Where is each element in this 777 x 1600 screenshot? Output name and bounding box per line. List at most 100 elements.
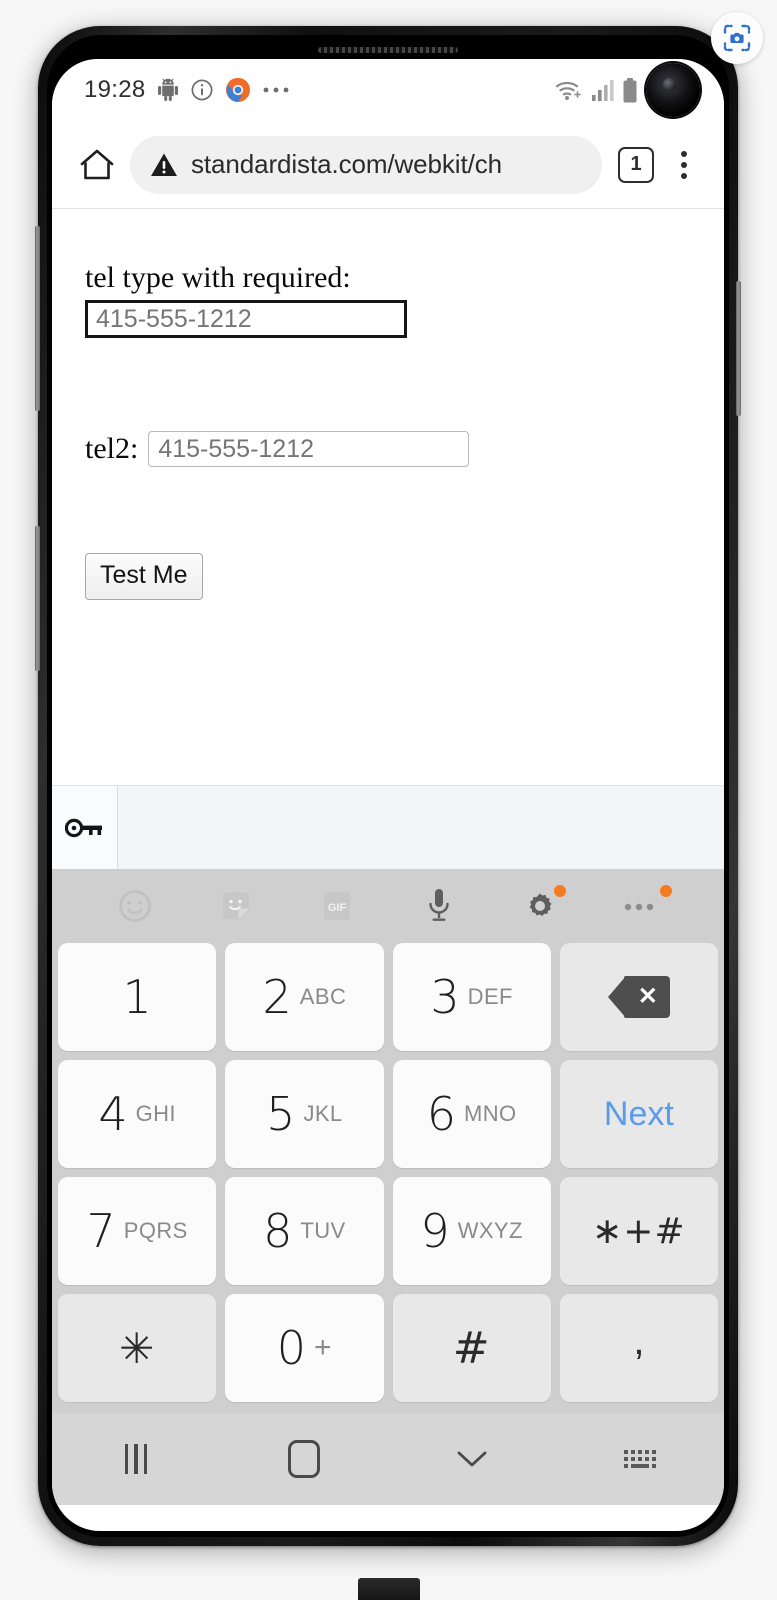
url-text: standardista.com/webkit/ch — [191, 149, 502, 179]
autofill-suggestions-empty — [118, 786, 724, 869]
asterisk-key-label: ✳ — [119, 1323, 156, 1373]
key-9[interactable]: 9 WXYZ — [392, 1177, 551, 1285]
keyboard-switch-icon — [624, 1450, 656, 1468]
backspace-icon: ✕ — [607, 976, 670, 1018]
earpiece-speaker-icon — [318, 47, 458, 53]
key-letters: ABC — [299, 984, 347, 1009]
key-digit: 2 — [262, 970, 292, 1024]
keyboard-toolbar: GIF — [52, 869, 724, 943]
omnibox[interactable]: standardista.com/webkit/ch — [130, 135, 602, 194]
symbols-key-label: ∗+# — [592, 1210, 686, 1252]
key-5[interactable]: 5 JKL — [225, 1060, 384, 1168]
hide-keyboard-button[interactable] — [388, 1449, 556, 1469]
key-letters: MNO — [464, 1101, 517, 1126]
key-digit: 0 — [276, 1321, 307, 1375]
key-letters: PQRS — [123, 1218, 188, 1243]
front-camera-icon — [646, 63, 700, 117]
wifi-icon — [555, 81, 581, 100]
status-right-group — [554, 77, 638, 103]
home-square-icon — [288, 1440, 320, 1478]
asterisk-key[interactable]: ✳ — [58, 1294, 217, 1402]
key-digit: 9 — [420, 1204, 450, 1258]
key-4[interactable]: 4 GHI — [58, 1060, 217, 1168]
tab-counter-button[interactable]: 1 — [618, 146, 654, 183]
key-2[interactable]: 2 ABC — [225, 943, 384, 1051]
keypad-row: ✳ 0 + # , — [58, 1294, 718, 1402]
backspace-key[interactable]: ✕ — [559, 943, 718, 1051]
keyboard-overflow-icon[interactable] — [591, 869, 692, 943]
key-digit: 8 — [263, 1204, 293, 1258]
next-key-label: Next — [603, 1094, 674, 1133]
more-dots-icon — [263, 87, 288, 93]
key-1[interactable]: 1 — [58, 943, 217, 1051]
status-clock: 19:28 — [84, 76, 146, 103]
info-circle-icon — [191, 79, 213, 101]
sticker-icon[interactable] — [185, 869, 286, 943]
cell-signal-icon — [592, 80, 614, 101]
power-button[interactable] — [736, 281, 741, 416]
overflow-menu-icon[interactable] — [664, 150, 704, 179]
keypad-row: 4 GHI 5 JKL 6 MNO Next — [58, 1060, 718, 1168]
status-bar: 19:28 — [52, 59, 724, 121]
tel2-input[interactable] — [148, 431, 470, 467]
switch-keyboard-button[interactable] — [556, 1450, 724, 1468]
hash-key-label: # — [452, 1322, 491, 1374]
keypad-row: 1 2 ABC 3 DEF ✕ — [58, 943, 718, 1051]
browser-toolbar: standardista.com/webkit/ch 1 — [52, 121, 724, 209]
not-secure-warning-icon — [151, 153, 177, 176]
on-screen-keyboard: GIF 1 2 ABC 3 DEF ✕ 4 GHI 5 JKL 6 MNO Ne… — [52, 869, 724, 1413]
test-me-button[interactable]: Test Me — [85, 553, 203, 600]
tel-required-input[interactable] — [85, 300, 407, 338]
battery-icon — [623, 77, 637, 102]
tel2-label: tel2: — [85, 432, 139, 465]
status-left-group: 19:28 — [84, 76, 292, 104]
system-navigation-bar — [52, 1413, 724, 1505]
key-digit: 3 — [430, 970, 460, 1024]
password-key-icon[interactable] — [52, 786, 118, 869]
tel-required-label: tel type with required: — [85, 261, 351, 294]
key-letters: GHI — [135, 1101, 176, 1126]
home-button[interactable] — [220, 1440, 388, 1478]
settings-gear-icon[interactable] — [489, 869, 590, 943]
volume-up-button[interactable] — [35, 226, 40, 411]
key-digit: 6 — [426, 1087, 456, 1141]
web-page-content: tel type with required: tel2: Test Me — [52, 209, 724, 785]
chevron-down-icon — [457, 1451, 487, 1467]
key-8[interactable]: 8 TUV — [225, 1177, 384, 1285]
hash-key[interactable]: # — [392, 1294, 551, 1402]
overflow-badge-dot — [659, 885, 672, 897]
chrome-icon — [225, 77, 250, 102]
key-3[interactable]: 3 DEF — [392, 943, 551, 1051]
home-icon[interactable] — [74, 142, 120, 188]
key-digit: 4 — [98, 1087, 128, 1141]
gear-badge-dot — [554, 885, 567, 897]
emoji-icon[interactable] — [84, 869, 185, 943]
gif-icon[interactable]: GIF — [287, 869, 388, 943]
key-letters: JKL — [303, 1101, 343, 1126]
phone-frame: 19:28 standardista.com/webkit/ch 1 tel t… — [35, 26, 741, 1546]
comma-key[interactable]: , — [559, 1294, 718, 1402]
recents-button[interactable] — [52, 1444, 220, 1474]
key-7[interactable]: 7 PQRS — [58, 1177, 217, 1285]
screenshot-capture-icon[interactable] — [711, 12, 763, 64]
microphone-icon[interactable] — [388, 869, 489, 943]
volume-down-button[interactable] — [35, 526, 40, 671]
comma-key-label: , — [633, 1319, 645, 1363]
phone-screen: 19:28 standardista.com/webkit/ch 1 tel t… — [52, 59, 724, 1531]
key-letters: TUV — [300, 1218, 346, 1243]
key-digit: 1 — [122, 970, 152, 1024]
tel2-row: tel2: — [85, 431, 724, 467]
phone-bezel: 19:28 standardista.com/webkit/ch 1 tel t… — [47, 35, 729, 1537]
key-6[interactable]: 6 MNO — [392, 1060, 551, 1168]
key-0[interactable]: 0 + — [225, 1294, 384, 1402]
keypad-grid: 1 2 ABC 3 DEF ✕ 4 GHI 5 JKL 6 MNO Next 7… — [52, 943, 724, 1402]
phone-bottom-connector — [357, 1578, 420, 1600]
android-robot-icon — [157, 78, 178, 101]
symbols-key[interactable]: ∗+# — [559, 1177, 718, 1285]
next-key[interactable]: Next — [559, 1060, 718, 1168]
svg-text:GIF: GIF — [328, 902, 347, 914]
recents-icon — [124, 1444, 148, 1474]
key-plus: + — [314, 1331, 332, 1364]
keypad-row: 7 PQRS 8 TUV 9 WXYZ ∗+# — [58, 1177, 718, 1285]
autofill-suggestion-bar — [52, 785, 724, 869]
